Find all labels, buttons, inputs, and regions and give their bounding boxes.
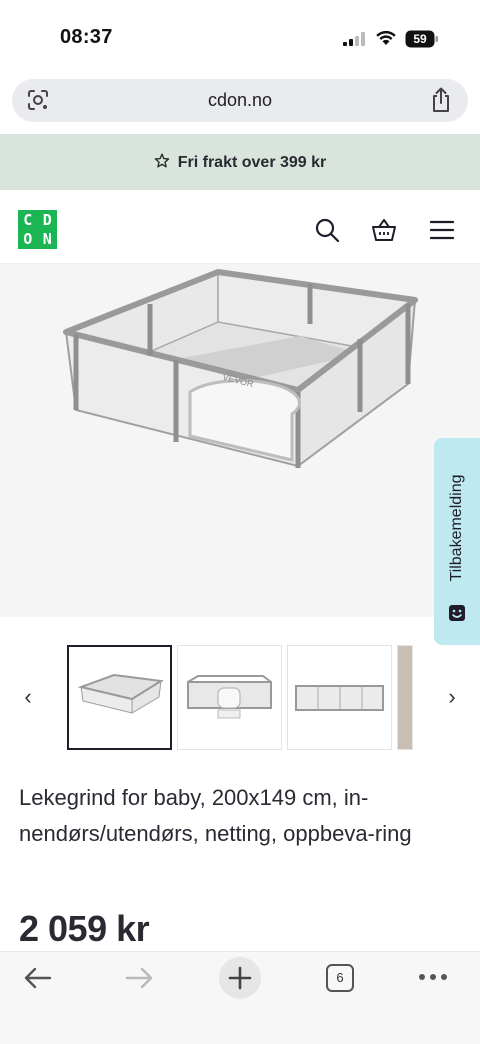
carousel-next-button[interactable]: ›: [442, 684, 462, 710]
feedback-label: Tilbakemelding: [448, 474, 465, 582]
battery-level: 59: [413, 32, 427, 46]
cdon-logo[interactable]: C D O N: [18, 210, 57, 249]
thumbnail-3[interactable]: [287, 645, 392, 750]
logo-letter: N: [42, 230, 52, 249]
status-time: 08:37: [60, 26, 113, 48]
more-dots-icon[interactable]: [418, 972, 448, 982]
promo-text: Fri frakt over 399 kr: [177, 154, 327, 171]
free-shipping-banner: Fri frakt over 399 kr: [0, 134, 480, 190]
wifi-icon: [376, 30, 396, 45]
browser-toolbar: 6: [0, 951, 480, 1044]
product-image[interactable]: VEVOR: [0, 264, 480, 617]
address-bar[interactable]: cdon.no: [12, 79, 468, 122]
status-bar: 08:37 59: [0, 0, 480, 72]
back-arrow-icon[interactable]: [24, 966, 52, 990]
thumbnail-2[interactable]: [177, 645, 282, 750]
search-icon[interactable]: [314, 217, 340, 243]
plus-icon: [228, 966, 252, 990]
cellular-signal-icon: [343, 32, 365, 46]
thumbnail-carousel: ‹ ›: [0, 644, 480, 750]
thumbnail-4[interactable]: [397, 645, 413, 750]
site-header: C D O N: [0, 190, 480, 264]
thumbnail-image: [295, 685, 384, 711]
battery-icon: 59: [405, 30, 439, 48]
feedback-smiley-icon: [449, 605, 465, 621]
product-title: Lekegrind for baby, 200x149 cm, in-nendø…: [19, 785, 412, 846]
logo-letter: C: [23, 210, 33, 229]
thumbnail-image: [77, 673, 164, 714]
product-price: 2 059 kr: [19, 908, 150, 949]
share-icon[interactable]: [430, 87, 452, 113]
forward-arrow-icon[interactable]: [125, 966, 153, 990]
thumbnail-image: [187, 675, 272, 719]
menu-icon[interactable]: [430, 219, 454, 241]
logo-letter: D: [42, 210, 52, 229]
logo-letter: O: [23, 230, 33, 249]
thumbnail-1[interactable]: [67, 645, 172, 750]
new-tab-button[interactable]: [219, 957, 261, 999]
feedback-tab[interactable]: Tilbakemelding: [434, 438, 480, 645]
url-text[interactable]: cdon.no: [12, 90, 468, 111]
carousel-prev-button[interactable]: ‹: [18, 684, 38, 710]
tabs-button[interactable]: 6: [326, 964, 354, 992]
star-icon: [154, 153, 170, 168]
basket-icon[interactable]: [371, 217, 397, 243]
